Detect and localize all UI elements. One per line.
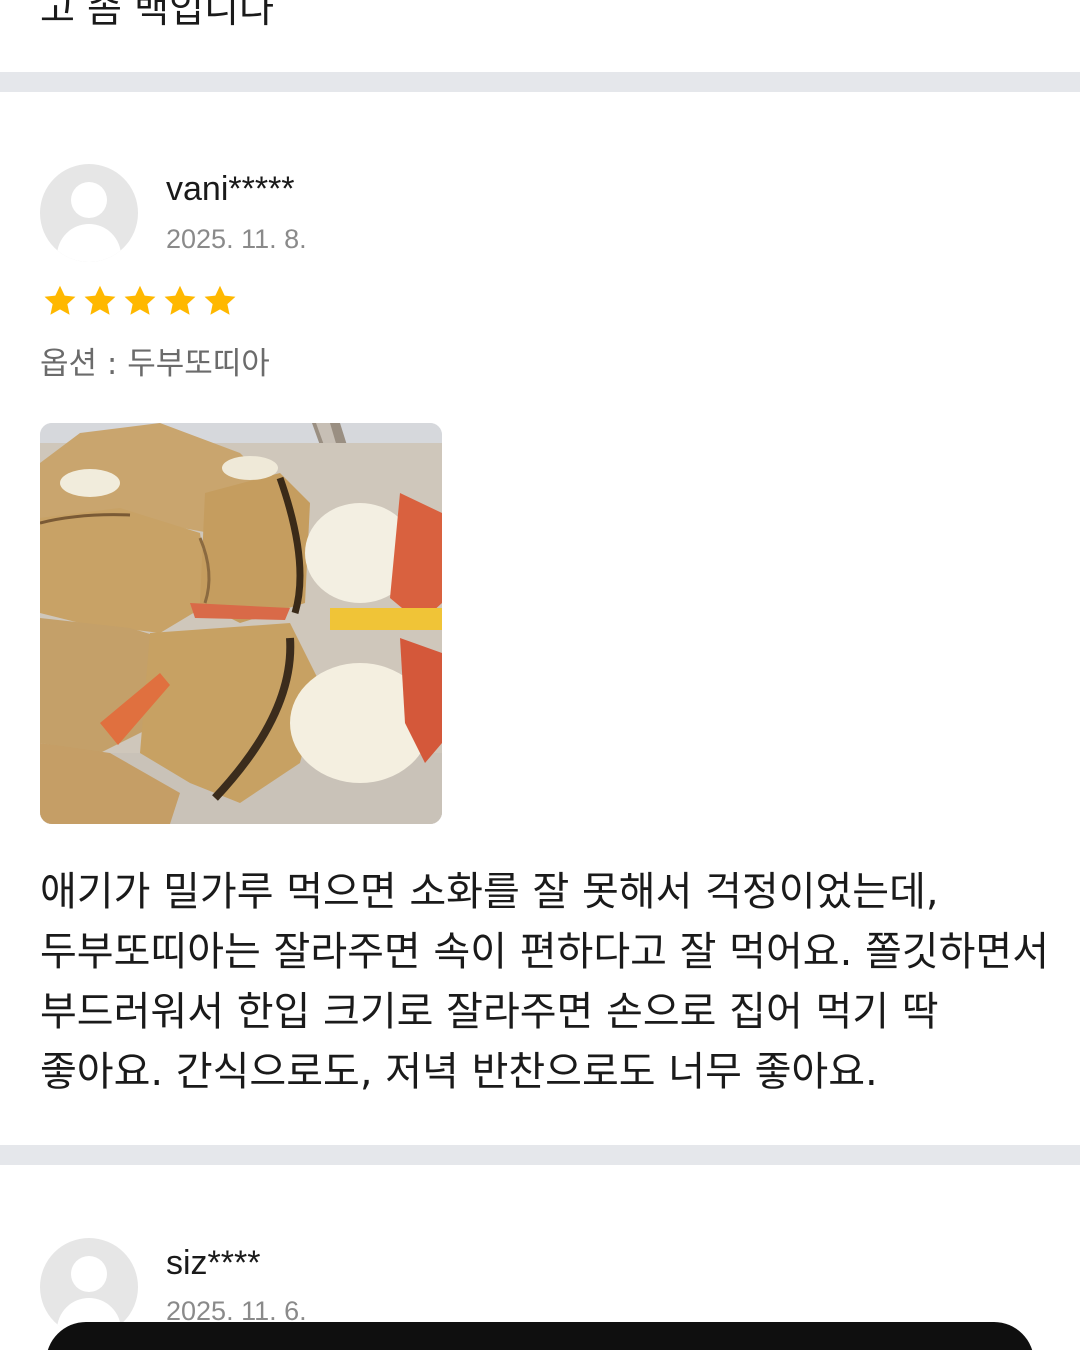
avatar-body-icon: [57, 224, 121, 262]
star-icon: [44, 285, 76, 315]
star-icon: [84, 285, 116, 315]
previous-review-text: 고 좀 백입니다: [40, 0, 274, 31]
bottom-action-bar[interactable]: [46, 1322, 1034, 1350]
avatar-head-icon: [71, 182, 107, 218]
star-icon: [124, 285, 156, 315]
star-icon: [204, 285, 236, 315]
review-username: vani*****: [166, 170, 295, 208]
review-list-page: 고 좀 백입니다 vani***** 2025. 11. 8. 옵션 : 두부또…: [0, 0, 1080, 1350]
review-body: 애기가 밀가루 먹으면 소화를 잘 못해서 걱정이었는데, 두부또띠아는 잘라주…: [40, 869, 1050, 1095]
food-photo-image: [40, 423, 442, 824]
review-divider: [0, 1145, 1080, 1165]
review-date: 2025. 11. 8.: [166, 224, 307, 254]
avatar: [40, 164, 138, 262]
review-photo[interactable]: [40, 423, 442, 824]
review-option: 옵션 : 두부또띠아: [40, 346, 270, 382]
star-rating: [42, 283, 238, 319]
star-icon: [164, 285, 196, 315]
review-username: siz****: [166, 1244, 261, 1282]
review-divider: [0, 72, 1080, 92]
avatar-head-icon: [71, 1256, 107, 1292]
